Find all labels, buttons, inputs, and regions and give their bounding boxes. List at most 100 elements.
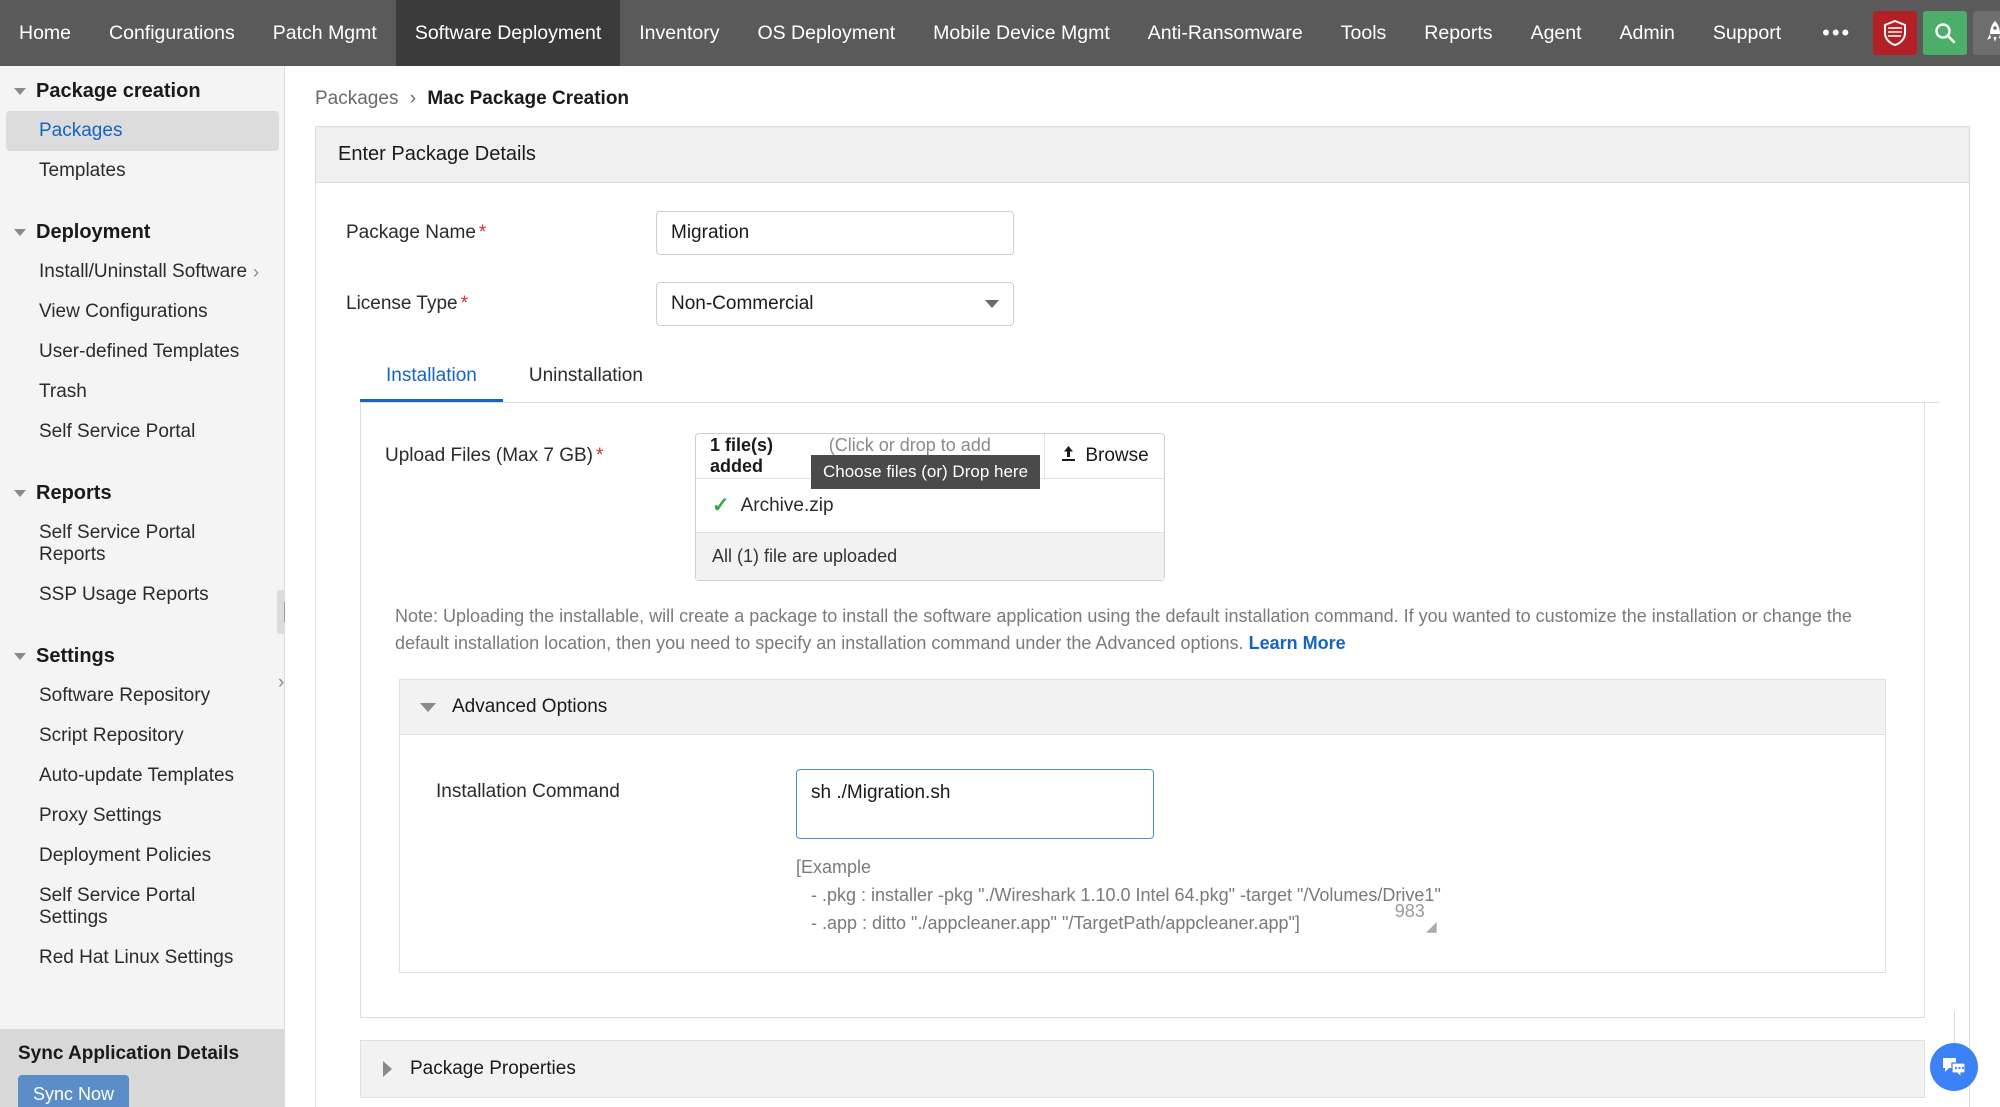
installation-command-textarea[interactable] (796, 769, 1154, 839)
package-name-input[interactable] (656, 211, 1014, 255)
nav-overflow-button[interactable]: ••• (1800, 0, 1873, 66)
chevron-down-icon (14, 653, 26, 660)
search-icon[interactable] (1923, 11, 1967, 55)
sidebar-group-label: Reports (36, 482, 112, 505)
license-type-select[interactable]: Non-Commercial (656, 282, 1014, 326)
sidebar-item-packages[interactable]: Packages (6, 111, 279, 151)
character-counter: 983 (1395, 901, 1425, 922)
chat-bubbles-icon[interactable] (1930, 1043, 1978, 1091)
nav-item-inventory[interactable]: Inventory (620, 0, 738, 66)
sidebar-item-ssp-usage-reports[interactable]: SSP Usage Reports (6, 575, 279, 615)
sidebar-item-label: Deployment Policies (39, 845, 211, 867)
package-properties-title: Package Properties (410, 1058, 576, 1080)
breadcrumb-current: Mac Package Creation (427, 88, 629, 109)
upload-footer-status: All (1) file are uploaded (696, 532, 1164, 580)
browse-button-label: Browse (1085, 445, 1148, 467)
sidebar-item-proxy-settings[interactable]: Proxy Settings (6, 796, 279, 836)
chevron-right-icon: › (253, 262, 259, 283)
nav-item-anti-ransomware[interactable]: Anti-Ransomware (1129, 0, 1322, 66)
nav-item-agent[interactable]: Agent (1512, 0, 1601, 66)
triangle-down-icon (420, 703, 436, 712)
sidebar-group-label: Package creation (36, 80, 201, 103)
rocket-icon[interactable] (1973, 11, 2000, 55)
sidebar-item-label: Software Repository (39, 685, 210, 707)
sidebar-item-templates[interactable]: Templates (6, 151, 279, 191)
installation-command-example: [Example - .pkg : installer -pkg "./Wire… (796, 854, 1441, 938)
sidebar-item-install-uninstall-software[interactable]: Install/Uninstall Software› (6, 252, 279, 292)
installation-command-row: Installation Command 983 ◢ [Example - .p… (400, 769, 1885, 938)
sidebar: Package creation Packages Templates Deploym… (0, 66, 285, 1107)
sidebar-item-trash[interactable]: Trash (6, 372, 279, 412)
breadcrumb: Packages › Mac Package Creation (285, 66, 2000, 110)
sidebar-item-label: Trash (39, 381, 87, 403)
shield-icon[interactable] (1873, 11, 1917, 55)
sidebar-item-script-repository[interactable]: Script Repository (6, 716, 279, 756)
nav-item-software-deployment[interactable]: Software Deployment (396, 0, 620, 66)
card-body: Package Name* License Type* Non-Commerci… (316, 183, 1969, 1107)
nav-item-home[interactable]: Home (0, 0, 90, 66)
uploaded-file-name: Archive.zip (741, 495, 834, 517)
nav-item-admin[interactable]: Admin (1601, 0, 1694, 66)
sidebar-item-label: User-defined Templates (39, 341, 239, 363)
sidebar-item-self-service-portal-reports[interactable]: Self Service Portal Reports (6, 513, 279, 575)
sidebar-item-label: Self Service Portal Reports (39, 522, 259, 566)
sidebar-item-red-hat-linux-settings[interactable]: Red Hat Linux Settings (6, 938, 279, 978)
nav-item-mobile-device-mgmt[interactable]: Mobile Device Mgmt (914, 0, 1129, 66)
top-nav-actions (1873, 0, 2000, 66)
sidebar-item-label: Self Service Portal Settings (39, 885, 259, 929)
upload-files-label: Upload Files (Max 7 GB)* (385, 433, 695, 467)
sidebar-item-deployment-policies[interactable]: Deployment Policies (6, 836, 279, 876)
sidebar-item-view-configurations[interactable]: View Configurations (6, 292, 279, 332)
sidebar-item-auto-update-templates[interactable]: Auto-update Templates (6, 756, 279, 796)
sidebar-item-user-defined-templates[interactable]: User-defined Templates (6, 332, 279, 372)
sidebar-item-self-service-portal-settings[interactable]: Self Service Portal Settings (6, 876, 279, 938)
chevron-down-icon (985, 300, 999, 308)
sidebar-group-deployment[interactable]: Deployment (0, 207, 285, 252)
tab-installation[interactable]: Installation (360, 353, 503, 402)
sidebar-group-label: Deployment (36, 221, 150, 244)
sidebar-item-software-repository[interactable]: Software Repository (6, 676, 279, 716)
sync-application-details-panel: Sync Application Details Sync Now (0, 1029, 285, 1107)
nav-item-os-deployment[interactable]: OS Deployment (738, 0, 914, 66)
license-type-label: License Type* (346, 293, 656, 315)
sidebar-group-reports[interactable]: Reports (0, 468, 285, 513)
nav-item-patch-mgmt[interactable]: Patch Mgmt (254, 0, 396, 66)
nav-item-reports[interactable]: Reports (1405, 0, 1511, 66)
sidebar-item-label: View Configurations (39, 301, 208, 323)
main-content: Packages › Mac Package Creation Enter Pa… (285, 66, 2000, 1107)
top-navigation-bar: HomeConfigurationsPatch MgmtSoftware Dep… (0, 0, 2000, 66)
license-type-row: License Type* Non-Commercial (346, 282, 1939, 326)
breadcrumb-separator: › (410, 88, 416, 109)
advanced-options-body: Installation Command 983 ◢ [Example - .p… (399, 735, 1886, 973)
tab-uninstallation[interactable]: Uninstallation (503, 353, 669, 402)
sidebar-item-label: SSP Usage Reports (39, 584, 209, 606)
package-name-label: Package Name* (346, 222, 656, 244)
triangle-right-icon (383, 1061, 392, 1077)
learn-more-link[interactable]: Learn More (1249, 633, 1346, 653)
nav-item-tools[interactable]: Tools (1322, 0, 1406, 66)
nav-item-configurations[interactable]: Configurations (90, 0, 254, 66)
nav-item-support[interactable]: Support (1694, 0, 1800, 66)
sidebar-item-label: Templates (39, 160, 126, 182)
package-name-label-text: Package Name (346, 222, 476, 243)
sidebar-group-package-creation[interactable]: Package creation (0, 66, 285, 111)
sidebar-group-label: Settings (36, 645, 115, 668)
required-marker: * (479, 222, 486, 243)
sidebar-collapse-chevron-icon[interactable]: › (278, 672, 284, 694)
upload-status-count: 1 file(s) added (710, 435, 824, 477)
sync-now-button[interactable]: Sync Now (18, 1075, 129, 1107)
advanced-options-header[interactable]: Advanced Options (399, 679, 1886, 735)
advanced-options-title: Advanced Options (452, 696, 607, 718)
browse-button[interactable]: Browse (1044, 434, 1164, 478)
sidebar-group-settings[interactable]: Settings (0, 631, 285, 676)
sidebar-item-self-service-portal[interactable]: Self Service Portal (6, 412, 279, 452)
upload-tooltip: Choose files (or) Drop here (811, 455, 1040, 489)
top-nav-items: HomeConfigurationsPatch MgmtSoftware Dep… (0, 0, 1800, 66)
resize-handle-icon[interactable]: ◢ (1426, 918, 1437, 935)
upload-note: Note: Uploading the installable, will cr… (395, 603, 1890, 657)
package-properties-header[interactable]: Package Properties (360, 1040, 1925, 1098)
installation-tabs: InstallationUninstallation (360, 353, 1939, 403)
required-marker: * (461, 293, 468, 314)
breadcrumb-parent[interactable]: Packages (315, 88, 398, 109)
sidebar-menu: Package creation Packages Templates Deploym… (0, 66, 285, 966)
